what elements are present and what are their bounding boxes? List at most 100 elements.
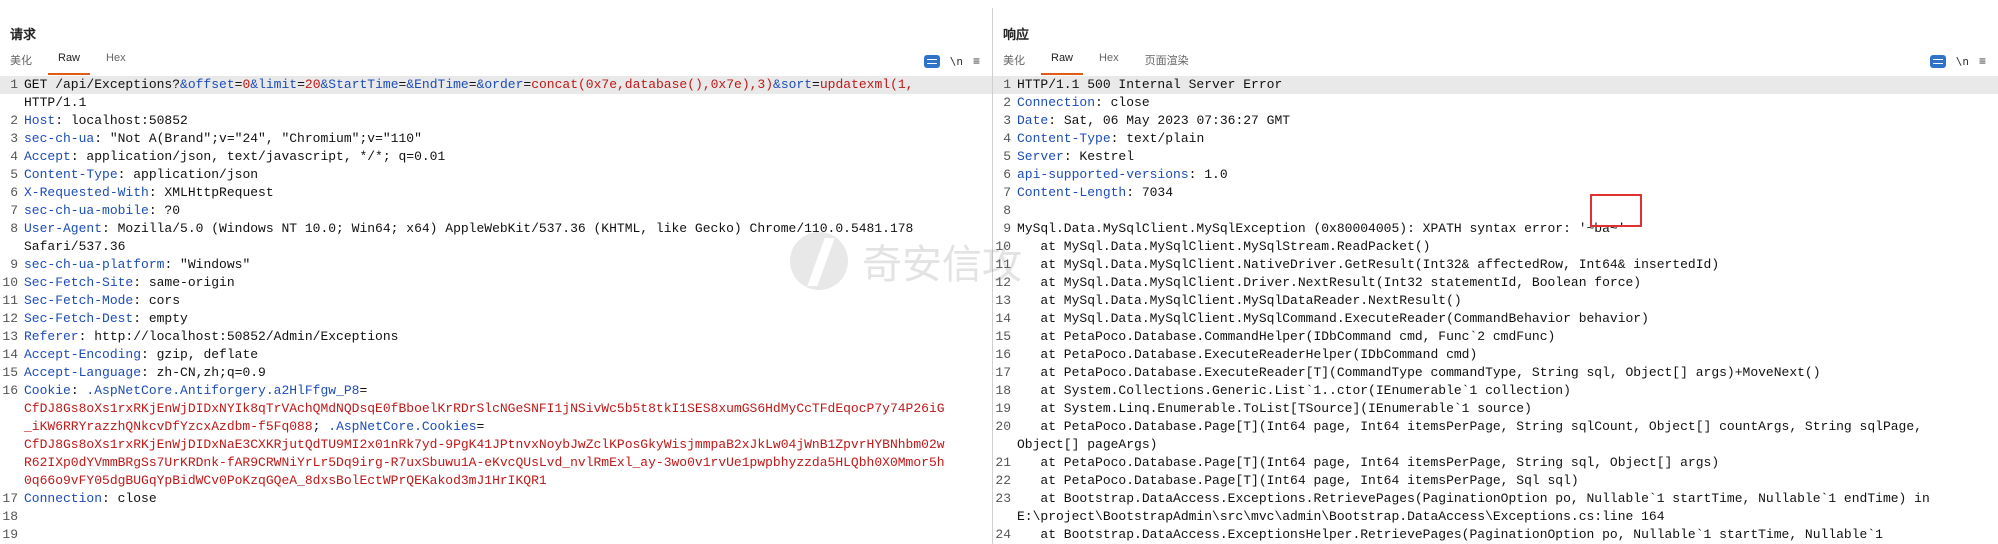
token-key: Accept bbox=[24, 149, 71, 164]
token-text: at PetaPoco.Database.Page[T](Int64 page,… bbox=[1017, 455, 1720, 470]
token-key: User-Agent bbox=[24, 221, 103, 236]
line-number bbox=[0, 400, 22, 418]
request-pane: 请求 美化 Raw Hex \n ≡ 1 GET /api/Exceptions?… bbox=[0, 8, 993, 544]
token-key: .AspNetCore.Antiforgery.a2HlFfgw_P8 bbox=[86, 383, 360, 398]
line-number: 13 bbox=[2, 329, 18, 344]
menu-icon[interactable]: ≡ bbox=[1979, 54, 1986, 68]
tab-hex[interactable]: Hex bbox=[1099, 48, 1119, 72]
code-line: 11 at MySql.Data.MySqlClient.NativeDrive… bbox=[993, 256, 1998, 274]
line-number: 20 bbox=[995, 419, 1011, 434]
line-number: 19 bbox=[2, 527, 18, 542]
tab-render[interactable]: 页面渲染 bbox=[1145, 48, 1189, 72]
line-number: 11 bbox=[995, 257, 1011, 272]
token-text: : bbox=[70, 383, 87, 398]
line-text: HTTP/1.1 500 Internal Server Error bbox=[1015, 76, 1998, 94]
line-number: 18 bbox=[2, 509, 18, 524]
code-line: 22 at PetaPoco.Database.Page[T](Int64 pa… bbox=[993, 472, 1998, 490]
token-key: Sec-Fetch-Dest bbox=[24, 311, 134, 326]
line-number: 6 bbox=[1003, 167, 1011, 182]
line-text: Object[] pageArgs) bbox=[1015, 436, 1998, 454]
code-line: 13 at MySql.Data.MySqlClient.MySqlDataRe… bbox=[993, 292, 1998, 310]
line-text: at Bootstrap.DataAccess.Exceptions.Retri… bbox=[1015, 490, 1998, 508]
line-text: at System.Collections.Generic.List`1..ct… bbox=[1015, 382, 1998, 400]
line-text: Sec-Fetch-Mode: cors bbox=[22, 292, 992, 310]
tab-raw[interactable]: Raw bbox=[47, 48, 91, 75]
line-text bbox=[22, 526, 992, 544]
line-number: 3 bbox=[1003, 113, 1011, 128]
token-key: Host bbox=[24, 113, 56, 128]
token-text: at MySql.Data.MySqlClient.MySqlCommand.E… bbox=[1017, 311, 1649, 326]
code-line: 19 bbox=[0, 526, 992, 544]
line-number: 17 bbox=[995, 365, 1011, 380]
line-number: 5 bbox=[10, 167, 18, 182]
token-key: sec-ch-ua-platform bbox=[24, 257, 165, 272]
line-number: 6 bbox=[10, 185, 18, 200]
token-key: &offset bbox=[180, 77, 235, 92]
line-text: Content-Type: application/json bbox=[22, 166, 992, 184]
line-number: 12 bbox=[2, 311, 18, 326]
token-text: at MySql.Data.MySqlClient.MySqlStream.Re… bbox=[1017, 239, 1431, 254]
code-line: 14 Accept-Encoding: gzip, deflate bbox=[0, 346, 992, 364]
token-text: at System.Collections.Generic.List`1..ct… bbox=[1017, 383, 1571, 398]
line-number bbox=[993, 436, 1015, 454]
response-toolbar: \n ≡ bbox=[1929, 54, 1986, 68]
line-number: 4 bbox=[1003, 131, 1011, 146]
token-text: : localhost:50852 bbox=[55, 113, 188, 128]
line-number: 24 bbox=[995, 527, 1011, 542]
code-line: 15 Accept-Language: zh-CN,zh;q=0.9 bbox=[0, 364, 992, 382]
request-editor[interactable]: 1 GET /api/Exceptions?&offset=0&limit=20&… bbox=[0, 76, 992, 544]
code-line: 12 at MySql.Data.MySqlClient.Driver.Next… bbox=[993, 274, 1998, 292]
line-text: Accept-Encoding: gzip, deflate bbox=[22, 346, 992, 364]
token-text: = bbox=[359, 383, 368, 398]
line-text: at PetaPoco.Database.CommandHelper(IDbCo… bbox=[1015, 328, 1998, 346]
line-text: at MySql.Data.MySqlClient.MySqlCommand.E… bbox=[1015, 310, 1998, 328]
line-number: 21 bbox=[995, 455, 1011, 470]
token-key: Sec-Fetch-Site bbox=[24, 275, 134, 290]
line-number: 10 bbox=[2, 275, 18, 290]
code-line: 14 at MySql.Data.MySqlClient.MySqlComman… bbox=[993, 310, 1998, 328]
token-text: : same-origin bbox=[133, 275, 235, 290]
token-text: at MySql.Data.MySqlClient.MySqlDataReade… bbox=[1017, 293, 1462, 308]
tab-pretty[interactable]: 美化 bbox=[1003, 48, 1025, 72]
menu-icon[interactable]: ≡ bbox=[973, 54, 980, 68]
token-key: Connection bbox=[1017, 95, 1096, 110]
token-key: Content-Type bbox=[24, 167, 118, 182]
line-text: at MySql.Data.MySqlClient.MySqlStream.Re… bbox=[1015, 238, 1998, 256]
token-text: : empty bbox=[133, 311, 188, 326]
line-number: 7 bbox=[1003, 185, 1011, 200]
token-text: at PetaPoco.Database.Page[T](Int64 page,… bbox=[1017, 419, 1922, 434]
token-text: Safari/537.36 bbox=[24, 239, 126, 254]
line-text: X-Requested-With: XMLHttpRequest bbox=[22, 184, 992, 202]
token-key: &sort bbox=[773, 77, 813, 92]
response-editor[interactable]: 1 HTTP/1.1 500 Internal Server Error 2 Conn… bbox=[993, 76, 1998, 544]
line-text: at PetaPoco.Database.ExecuteReader[T](Co… bbox=[1015, 364, 1998, 382]
token-text: : close bbox=[1095, 95, 1150, 110]
token-key: Cookie bbox=[24, 383, 71, 398]
token-value: _iKW6RRYrazzhQNkcvDfYzcxAzdbm-f5Fq088 bbox=[24, 419, 313, 434]
line-text bbox=[22, 508, 992, 526]
line-number: 5 bbox=[1003, 149, 1011, 164]
show-newlines-button[interactable]: \n bbox=[1956, 55, 1969, 68]
tab-raw[interactable]: Raw bbox=[1040, 48, 1084, 75]
wrap-toggle-icon[interactable] bbox=[1929, 54, 1946, 68]
token-key: Accept-Encoding bbox=[24, 347, 142, 362]
line-text: 0q66o9vFY05dgBUGqYpBidWCv0PoKzqGQeA_8dxs… bbox=[22, 472, 992, 490]
line-text: Sec-Fetch-Dest: empty bbox=[22, 310, 992, 328]
token-text: : text/plain bbox=[1110, 131, 1205, 146]
token-key: sec-ch-ua bbox=[24, 131, 95, 146]
wrap-toggle-icon[interactable] bbox=[923, 54, 940, 68]
code-line: CfDJ8Gs8oXs1rxRKjEnWjDIDxNaE3CXKRjutQdTU… bbox=[0, 436, 992, 454]
tab-pretty[interactable]: 美化 bbox=[10, 48, 32, 72]
token-value: concat(0x7e,database(),0x7e),3) bbox=[531, 77, 774, 92]
line-number: 15 bbox=[995, 329, 1011, 344]
response-tabs: 美化 Raw Hex 页面渲染 bbox=[1003, 48, 1215, 75]
token-key: Referer bbox=[24, 329, 79, 344]
line-text: Accept-Language: zh-CN,zh;q=0.9 bbox=[22, 364, 992, 382]
show-newlines-button[interactable]: \n bbox=[950, 55, 963, 68]
code-line: 18 at System.Collections.Generic.List`1.… bbox=[993, 382, 1998, 400]
tab-hex[interactable]: Hex bbox=[106, 48, 126, 72]
code-line: 7 Content-Length: 7034 bbox=[993, 184, 1998, 202]
code-line: 8 User-Agent: Mozilla/5.0 (Windows NT 10.… bbox=[0, 220, 992, 238]
token-text: : application/json bbox=[117, 167, 259, 182]
request-title: 请求 bbox=[10, 27, 37, 42]
